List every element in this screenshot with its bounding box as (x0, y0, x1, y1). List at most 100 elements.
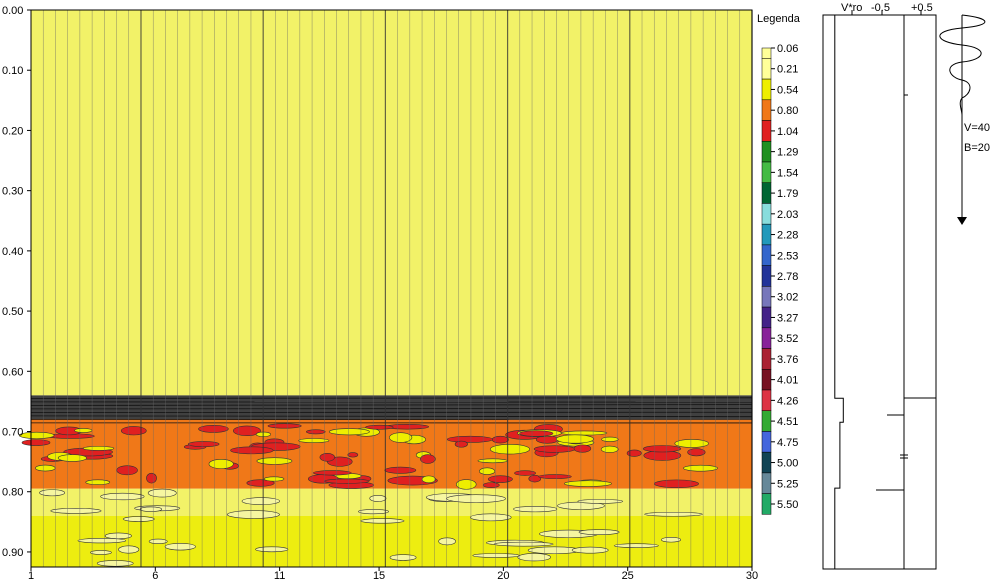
contour-blob (514, 470, 536, 476)
legend-label: 3.76 (777, 354, 798, 366)
legend-swatch (761, 223, 772, 246)
x-tick-label: 15 (373, 570, 385, 582)
legend-label: 1.04 (777, 126, 798, 138)
legend-swatch (761, 265, 772, 287)
legend-label: 3.52 (777, 333, 798, 345)
contour-blob (600, 445, 619, 453)
contour-blob (455, 479, 477, 490)
legend-label: 0.21 (777, 64, 798, 76)
profile-panel: V*ro -0.5 +0.5 V=40 B=20 (822, 2, 990, 570)
legend-swatch (761, 120, 772, 142)
contour-blob (241, 497, 280, 505)
heatmap-panel: 0.00 0.10 0.20 0.30 0.40 0.50 0.60 0.70 0.80 0.90… (2, 5, 758, 582)
legend-swatch (761, 410, 772, 432)
legend-label: 4.51 (777, 416, 798, 428)
legend-label: 3.02 (777, 292, 798, 304)
contour-blob (146, 472, 157, 484)
contour-blob (90, 550, 112, 555)
contour-blob (601, 436, 619, 442)
contour-blob (446, 494, 506, 503)
x-axis: 1 6 11 15 20 25 30 (28, 567, 758, 582)
y-tick-label: 0.30 (2, 186, 23, 198)
vro-profile-line (834, 15, 844, 569)
contour-blob (306, 429, 326, 435)
legend-swatch (761, 369, 772, 391)
x-tick-label: 11 (274, 570, 285, 582)
color-bands (31, 10, 752, 567)
contour-blob (560, 430, 608, 436)
contour-blob (384, 466, 417, 474)
contour-blob (369, 494, 387, 502)
contour-blob (563, 480, 612, 487)
legend-label: 5.50 (777, 499, 798, 511)
contour-blob (82, 446, 115, 451)
contour-blob (96, 560, 134, 567)
legend-swatch (761, 161, 772, 183)
legend-swatch (761, 327, 772, 349)
legend-label: 4.75 (777, 437, 798, 449)
legend-swatch (761, 451, 772, 474)
contour-blob (687, 448, 706, 457)
legend-label: 5.25 (777, 478, 798, 490)
legend-label: 2.28 (777, 230, 798, 242)
contour-blob (421, 475, 436, 484)
x-tick-label: 1 (28, 570, 34, 582)
contour-blob (255, 546, 289, 553)
y-tick-label: 0.90 (2, 547, 23, 559)
legend-swatch (761, 78, 772, 101)
contour-blob (263, 476, 285, 482)
contour-blob (477, 458, 508, 464)
contour-blob (35, 464, 56, 472)
contour-blob (420, 454, 436, 464)
header-label-vro: V*ro (841, 2, 862, 14)
contour-blob (446, 435, 493, 443)
legend-swatch (761, 306, 772, 329)
header-label-plus: +0.5 (911, 2, 933, 14)
legend-label: 1.79 (777, 188, 798, 200)
y-tick-label: 0.10 (2, 65, 23, 77)
chart-canvas: 0.00 0.10 0.20 0.30 0.40 0.50 0.60 0.70 0.80 0.90… (2, 2, 990, 582)
contour-blob (85, 479, 111, 486)
y-tick-label: 0.40 (2, 246, 23, 258)
contour-blob (644, 511, 703, 517)
contour-blob (389, 432, 413, 443)
annotation-b: B=20 (964, 142, 990, 154)
contour-blob (661, 536, 682, 543)
legend-swatch (761, 47, 772, 59)
contour-blob (164, 542, 196, 551)
y-tick-label: 0.80 (2, 487, 23, 499)
contour-blob (358, 509, 389, 515)
contour-blob (491, 435, 509, 444)
contour-blob (198, 425, 229, 433)
contour-blob (482, 482, 500, 488)
contour-blob (571, 546, 609, 554)
contour-blob (573, 444, 592, 453)
legend-swatch (761, 389, 772, 411)
contour-blob (683, 464, 718, 472)
contour-blob (519, 430, 554, 437)
contour-blob (533, 445, 576, 453)
contour-blob (555, 434, 595, 444)
legend-swatch (761, 141, 772, 163)
contour-blob (365, 424, 394, 430)
contour-blob (328, 428, 370, 436)
legend-label: 5.00 (777, 458, 798, 470)
y-tick-label: 0.00 (2, 5, 23, 17)
contour-blob (347, 452, 359, 458)
x-tick-label: 6 (152, 570, 158, 582)
legend-swatch (761, 182, 772, 204)
legend-label: 0.80 (777, 105, 798, 117)
contour-blob (487, 475, 513, 483)
contour-blob (256, 457, 293, 465)
legend-swatch (761, 472, 772, 494)
y-axis: 0.00 0.10 0.20 0.30 0.40 0.50 0.60 0.70 0.80 0.90 (2, 5, 31, 559)
x-tick-label: 25 (622, 570, 634, 582)
contour-blob (50, 507, 102, 514)
contour-blob (77, 538, 127, 544)
legend-swatch (761, 244, 772, 266)
color-band (31, 10, 752, 396)
contour-blob (470, 513, 512, 522)
legend: Legenda 0.06 0.21 0.54 0.80 1.04 1.29 1.54 1.79… (757, 13, 801, 515)
color-band (31, 488, 752, 516)
contour-blob (578, 529, 620, 536)
